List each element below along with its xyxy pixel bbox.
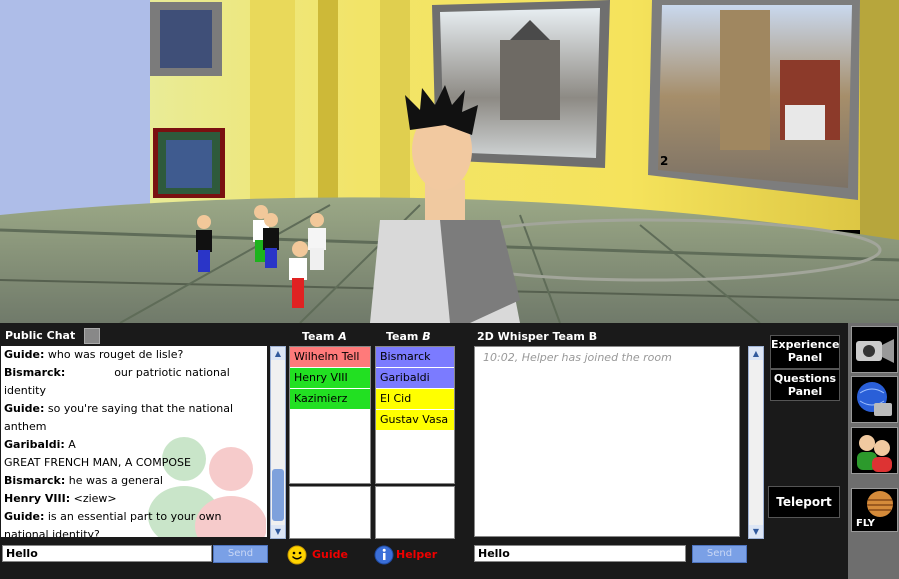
scroll-down-icon[interactable]: ▼: [749, 525, 763, 538]
chat-message: Bismarck: our patriotic national identit…: [1, 364, 267, 400]
chat-speaker: Guide:: [4, 348, 45, 361]
chat-speaker: Garibaldi:: [4, 438, 65, 451]
chat-speaker: Guide:: [4, 510, 45, 523]
smiley-icon: [287, 545, 307, 565]
scroll-thumb[interactable]: [272, 469, 284, 521]
chat-message: GREAT FRENCH MAN, A COMPOSE: [1, 454, 267, 472]
chat-speaker: Guide:: [4, 402, 45, 415]
public-chat-send-button[interactable]: Send: [213, 545, 268, 563]
team-b-title: Team B: [386, 330, 431, 343]
fly-label: FLY: [856, 518, 875, 529]
whisper-title: 2D Whisper Team B: [477, 330, 598, 343]
public-chat-input[interactable]: Hello: [2, 545, 212, 562]
globe-camera-icon[interactable]: [851, 376, 898, 423]
helper-label[interactable]: Helper: [396, 548, 437, 561]
chat-message: Garibaldi: A: [1, 436, 267, 454]
chat-text: GREAT FRENCH MAN, A COMPOSE: [4, 456, 191, 469]
team-a-members: Wilhelm Tell Henry VIII Kazimierz: [290, 347, 370, 410]
questions-panel-button[interactable]: Questions Panel: [770, 369, 840, 401]
team-member[interactable]: Henry VIII: [290, 368, 370, 389]
scroll-up-icon[interactable]: ▲: [271, 347, 285, 360]
chat-text: A: [64, 438, 76, 451]
team-b-title-letter: B: [422, 330, 431, 343]
chat-message: Guide: is an essential part to your own …: [1, 508, 267, 537]
scroll-up-icon[interactable]: ▲: [749, 347, 763, 360]
public-chat-scrollbar[interactable]: ▲ ▼: [270, 346, 286, 539]
team-member[interactable]: El Cid: [376, 389, 454, 410]
team-b-title-prefix: Team: [386, 330, 423, 343]
fly-button[interactable]: FLY: [851, 488, 898, 532]
chat-text: who was rouget de lisle?: [44, 348, 184, 361]
chat-speaker: Bismarck:: [4, 474, 66, 487]
public-chat-toggle[interactable]: [84, 328, 100, 344]
chat-message: Guide: who was rouget de lisle?: [1, 346, 267, 364]
guide-label[interactable]: Guide: [312, 548, 348, 561]
team-member[interactable]: Garibaldi: [376, 368, 454, 389]
team-a-title-prefix: Team: [302, 330, 339, 343]
experience-panel-button[interactable]: Experience Panel: [770, 335, 840, 369]
right-toolbar: FLY: [848, 323, 899, 579]
team-b-reserve: [375, 486, 455, 539]
chat-message: Guide: so you're saying that the nationa…: [1, 400, 267, 436]
chat-text: he was a general: [65, 474, 163, 487]
chat-message: Bismarck: he was a general: [1, 472, 267, 490]
chat-messages: Guide: who was rouget de lisle? Bismarck:…: [1, 346, 267, 537]
whisper-input[interactable]: Hello: [474, 545, 686, 562]
chat-message: Henry VIII: <ziew>: [1, 490, 267, 508]
teleport-button[interactable]: Teleport: [768, 486, 840, 518]
team-b-list: Bismarck Garibaldi El Cid Gustav Vasa: [375, 346, 455, 484]
public-chat-log: Guide: who was rouget de lisle? Bismarck:…: [1, 346, 267, 537]
team-member[interactable]: Gustav Vasa: [376, 410, 454, 431]
users-icon[interactable]: [851, 427, 898, 474]
whisper-message: 10:02, Helper has joined the room: [483, 351, 672, 364]
scroll-down-icon[interactable]: ▼: [271, 525, 285, 538]
whisper-send-button[interactable]: Send: [692, 545, 747, 563]
team-member[interactable]: Wilhelm Tell: [290, 347, 370, 368]
poster-number: 2: [660, 154, 668, 168]
team-a-title: Team A: [302, 330, 347, 343]
3d-viewport[interactable]: 2: [0, 0, 899, 323]
chat-text: <ziew>: [70, 492, 117, 505]
chat-speaker: Bismarck:: [4, 366, 66, 379]
control-panel: Public Chat Guide: who was rouget de lis…: [0, 323, 899, 579]
public-chat-label: Public Chat: [5, 329, 76, 342]
camera-icon[interactable]: [851, 326, 898, 373]
whisper-log: 10:02, Helper has joined the room: [474, 346, 740, 537]
team-a-reserve: [289, 486, 371, 539]
chat-speaker: Henry VIII:: [4, 492, 71, 505]
whisper-scrollbar[interactable]: ▲ ▼: [748, 346, 764, 539]
3d-scene-render: 2: [0, 0, 899, 323]
info-icon: [374, 545, 394, 565]
whisper-messages: 10:02, Helper has joined the room: [483, 351, 731, 364]
planet-icon: [867, 491, 893, 517]
team-a-title-letter: A: [338, 330, 347, 343]
team-member[interactable]: Kazimierz: [290, 389, 370, 410]
team-a-list: Wilhelm Tell Henry VIII Kazimierz: [289, 346, 371, 484]
team-member[interactable]: Bismarck: [376, 347, 454, 368]
team-b-members: Bismarck Garibaldi El Cid Gustav Vasa: [376, 347, 454, 431]
